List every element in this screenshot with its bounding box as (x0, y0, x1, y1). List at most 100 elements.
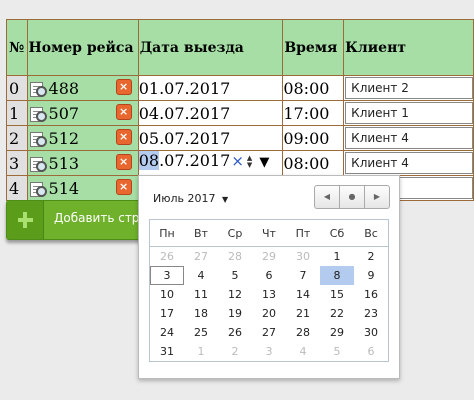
calendar-day[interactable]: 13 (252, 285, 286, 304)
date-value[interactable]: 05.07.2017 (139, 129, 230, 148)
time-value[interactable]: 17:00 (282, 100, 345, 126)
date-cell[interactable]: 05.07.2017 (137, 125, 284, 151)
weekday-label: Вт (184, 219, 218, 247)
time-value[interactable]: 08:00 (282, 75, 345, 101)
flight-number[interactable]: 513 (49, 154, 80, 173)
calendar-day[interactable]: 6 (252, 266, 286, 285)
clear-icon[interactable]: × (231, 152, 244, 170)
delete-icon[interactable]: × (115, 154, 132, 170)
flight-cell: 512 × (26, 125, 139, 151)
date-day-segment[interactable]: 08 (139, 151, 160, 170)
search-document-icon[interactable] (29, 156, 47, 172)
flight-number[interactable]: 488 (49, 79, 80, 98)
flight-number[interactable]: 507 (49, 104, 80, 123)
delete-icon[interactable]: × (115, 104, 132, 120)
calendar-day[interactable]: 6 (354, 342, 389, 362)
calendar-day[interactable]: 11 (184, 285, 218, 304)
date-cell[interactable]: 01.07.2017 (137, 75, 284, 101)
calendar-day[interactable]: 1 (184, 342, 218, 362)
calendar-day[interactable]: 27 (252, 323, 286, 342)
search-document-icon[interactable] (29, 131, 47, 147)
calendar-day[interactable]: 10 (150, 285, 185, 304)
calendar-day[interactable]: 3 (252, 342, 286, 362)
calendar-day[interactable]: 18 (184, 304, 218, 323)
calendar-day[interactable]: 16 (354, 285, 389, 304)
calendar-day[interactable]: 14 (286, 285, 320, 304)
calendar-day[interactable]: 26 (150, 247, 185, 267)
table-row: 1 507 × 04.07.2017 17:00 Клиент 1 (6, 100, 474, 126)
calendar-day[interactable]: 28 (286, 323, 320, 342)
date-input-active[interactable]: 08.07.2017× ▲ ▼ ▼ (139, 151, 282, 175)
time-value[interactable]: 08:00 (282, 150, 345, 176)
calendar-day[interactable]: 1 (320, 247, 354, 267)
calendar-day[interactable]: 21 (286, 304, 320, 323)
client-select[interactable]: Клиент 1 (345, 102, 473, 124)
date-value[interactable]: 01.07.2017 (139, 79, 230, 98)
weekday-label: Пн (149, 219, 184, 247)
calendar-day[interactable]: 30 (354, 323, 389, 342)
delete-icon[interactable]: × (115, 129, 132, 145)
calendar-day[interactable]: 12 (218, 285, 252, 304)
calendar-day[interactable]: 5 (218, 266, 252, 285)
client-select[interactable]: Клиент 4 (345, 152, 473, 174)
client-select[interactable]: Клиент 2 (345, 77, 473, 99)
client-cell[interactable]: Клиент 2 (343, 75, 474, 101)
date-value[interactable]: 04.07.2017 (139, 104, 230, 123)
calendar-day[interactable]: 7 (286, 266, 320, 285)
calendar-day[interactable]: 2 (218, 342, 252, 362)
calendar-day[interactable]: 22 (320, 304, 354, 323)
calendar-day[interactable]: 29 (320, 323, 354, 342)
next-month-button[interactable]: ▶ (364, 185, 390, 209)
calendar-day[interactable]: 24 (150, 323, 185, 342)
row-number: 0 (6, 75, 28, 101)
col-header-time: Время (282, 19, 345, 76)
calendar-day[interactable]: 15 (320, 285, 354, 304)
weekday-label: Ср (218, 219, 252, 247)
weekday-label: Сб (320, 219, 354, 247)
delete-icon[interactable]: × (115, 79, 132, 95)
flight-number[interactable]: 512 (49, 129, 80, 148)
search-document-icon[interactable] (29, 181, 47, 197)
flight-number[interactable]: 514 (49, 179, 80, 198)
client-cell[interactable]: Клиент 1 (343, 100, 474, 126)
calendar-day[interactable]: 23 (354, 304, 389, 323)
prev-month-button[interactable]: ◀ (314, 185, 340, 209)
delete-icon[interactable]: × (115, 179, 132, 195)
time-value[interactable]: 09:00 (282, 125, 345, 151)
dropdown-arrow-icon[interactable]: ▼ (259, 155, 269, 170)
row-number: 4 (6, 175, 28, 201)
date-cell[interactable]: 08.07.2017× ▲ ▼ ▼ (137, 150, 284, 176)
calendar-day[interactable]: 8 (320, 266, 354, 285)
calendar-day[interactable]: 3 (149, 266, 184, 285)
calendar-day[interactable]: 19 (218, 304, 252, 323)
calendar-day[interactable]: 4 (286, 342, 320, 362)
date-rest: .07.2017 (159, 151, 231, 171)
client-cell[interactable]: Клиент 4 (343, 125, 474, 151)
today-button[interactable]: ● (339, 185, 365, 209)
date-picker-popup: Июль 2017 ▼ ◀ ● ▶ Пн Вт Ср Чт Пт Сб Вс 26 27 28 2… (138, 175, 400, 379)
table-header: № Номер рейса Дата выезда Время Клиент (6, 19, 474, 76)
spin-down-icon[interactable]: ▼ (247, 161, 252, 169)
month-selector[interactable]: Июль 2017 ▼ (153, 192, 228, 205)
calendar-day[interactable]: 2 (354, 247, 389, 267)
row-number: 2 (6, 125, 28, 151)
calendar-day[interactable]: 27 (184, 247, 218, 267)
search-document-icon[interactable] (29, 106, 47, 122)
calendar-day[interactable]: 17 (150, 304, 185, 323)
calendar-day[interactable]: 5 (320, 342, 354, 362)
date-cell[interactable]: 04.07.2017 (137, 100, 284, 126)
client-select[interactable]: Клиент 4 (345, 127, 473, 149)
calendar-day[interactable]: 25 (184, 323, 218, 342)
spinner[interactable]: ▲ ▼ (247, 154, 252, 169)
calendar-day[interactable]: 30 (286, 247, 320, 267)
calendar-day[interactable]: 29 (252, 247, 286, 267)
client-cell[interactable]: Клиент 4 (343, 150, 474, 176)
calendar-day[interactable]: 28 (218, 247, 252, 267)
calendar-day[interactable]: 31 (150, 342, 185, 362)
calendar-day[interactable]: 26 (218, 323, 252, 342)
calendar-day[interactable]: 9 (354, 266, 389, 285)
col-header-number: № (6, 19, 28, 76)
calendar-day[interactable]: 20 (252, 304, 286, 323)
calendar-day[interactable]: 4 (184, 266, 218, 285)
search-document-icon[interactable] (29, 81, 47, 97)
